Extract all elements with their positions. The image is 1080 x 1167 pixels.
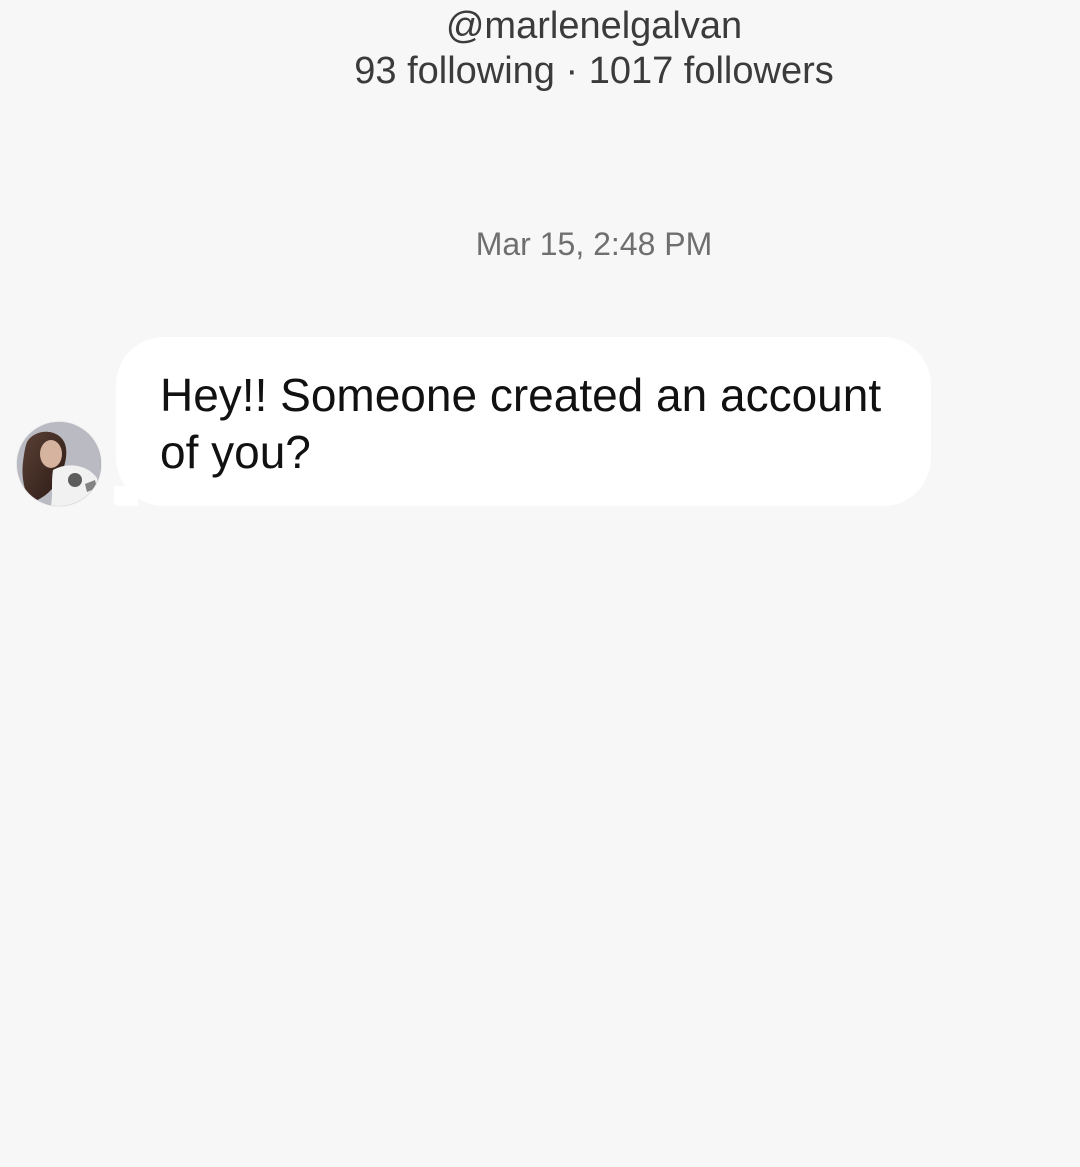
profile-username[interactable]: @marlenelgalvan: [0, 2, 1080, 50]
message-text: Hey!! Someone created an account of you?: [160, 369, 882, 478]
avatar[interactable]: [17, 422, 101, 506]
message-row: Hey!! Someone created an account of you?: [0, 336, 1080, 526]
avatar-photo-icon: [17, 422, 101, 506]
message-timestamp: Mar 15, 2:48 PM: [475, 226, 713, 262]
profile-header: @marlenelgalvan 93 following · 1017 foll…: [0, 0, 1080, 110]
profile-stats[interactable]: 93 following · 1017 followers: [0, 47, 1080, 95]
message-bubble[interactable]: Hey!! Someone created an account of you?: [114, 337, 931, 506]
